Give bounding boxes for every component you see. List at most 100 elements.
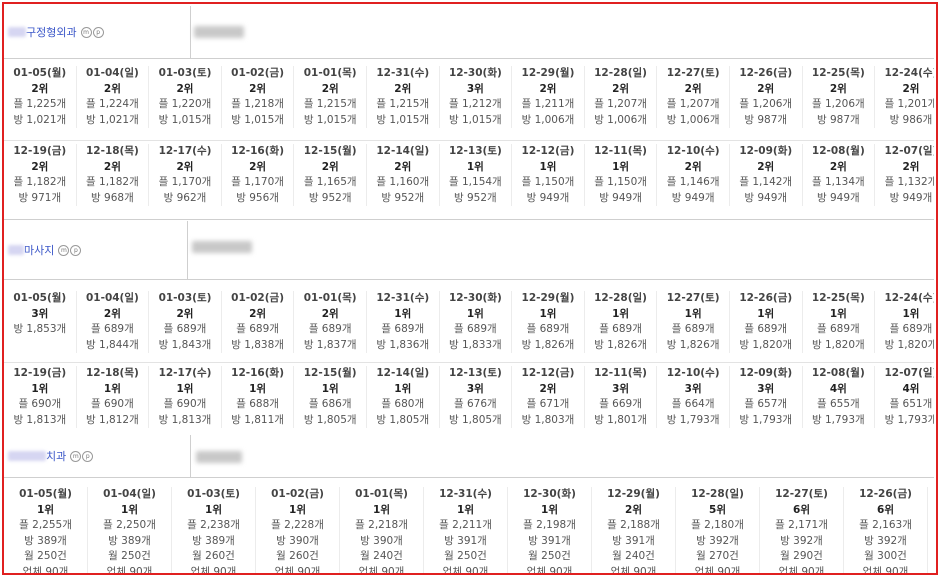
keyword-name[interactable]: 구정형외과 m p — [8, 24, 104, 40]
pc-badge-icon[interactable]: p — [92, 26, 104, 38]
date-label: 12-30(화) — [523, 488, 576, 500]
day-rank-cell: 12-27(토) 2위 플 1,207개 방 1,006개 — [657, 66, 730, 128]
rank-value: 2위 — [684, 82, 702, 95]
day-rank-cell: 12-31(수) 1위 플 2,211개 방 391개 월 250건 업체 90개 — [424, 487, 508, 573]
date-label: 12-07(일) — [884, 367, 935, 379]
keyword-name[interactable]: 치과 m p — [8, 448, 94, 464]
stat-line: 업체 90개 — [526, 565, 573, 574]
date-label: 12-30(화) — [448, 67, 502, 79]
stat-line: 방 949개 — [671, 191, 715, 204]
rank-value: 1위 — [394, 382, 412, 395]
day-rank-cell: 01-03(토) 1위 플 2,238개 방 389개 월 260건 업체 90개 — [172, 487, 256, 573]
day-rank-cell: 12-12(금) 2위 플 671개 방 1,803개 — [512, 366, 585, 428]
stat-line: 방 1,813개 — [13, 413, 67, 426]
rank-value: 2위 — [539, 82, 557, 95]
platform-badges: m p — [57, 244, 82, 256]
rank-value: 1위 — [121, 503, 138, 516]
date-label: 12-13(토) — [448, 367, 502, 379]
stat-line: 방 956개 — [236, 191, 279, 204]
date-label: 12-27(토) — [666, 67, 720, 79]
stat-line: 플 1,201개 — [884, 98, 934, 110]
stat-line: 방 1,826개 — [666, 338, 720, 351]
stat-line: 플 689개 — [236, 323, 279, 335]
stat-line: 월 300건 — [864, 550, 907, 562]
date-label: 01-05(월) — [13, 292, 67, 304]
day-rank-cell: 12-07(일) 4위 플 651개 방 1,793개 — [875, 366, 935, 428]
rank-value: 2위 — [321, 160, 339, 173]
date-label: 12-15(월) — [303, 367, 357, 379]
mobile-badge-icon[interactable]: m — [58, 244, 70, 256]
keyword-section: 치과 m p 01-05(월) 1위 플 2,255개 방 389개 월 250건 업체 … — [4, 435, 934, 573]
stat-line: 방 949개 — [744, 191, 788, 204]
stat-line: 플 2,180개 — [691, 519, 744, 531]
stat-line: 월 260건 — [192, 550, 235, 562]
pc-badge-icon[interactable]: p — [82, 450, 94, 462]
date-label: 12-31(수) — [439, 488, 492, 500]
date-label: 12-17(수) — [158, 145, 212, 157]
day-rank-cell: 12-10(수) 2위 플 1,146개 방 949개 — [657, 144, 730, 206]
date-label: 12-19(금) — [13, 145, 67, 157]
rank-value: 4위 — [829, 382, 847, 395]
rank-row: 01-05(월) 1위 플 2,255개 방 389개 월 250건 업체 90개 01-0… — [4, 487, 928, 573]
stat-line: 플 1,146개 — [666, 176, 720, 188]
stat-line: 방 1,805개 — [376, 413, 430, 426]
date-label: 12-28(일) — [594, 67, 647, 79]
day-rank-cell: 12-26(금) 2위 플 1,206개 방 987개 — [730, 66, 803, 128]
mobile-badge-icon[interactable]: m — [80, 26, 92, 38]
keyword-name[interactable]: 마사지 m p — [8, 242, 82, 258]
rank-value: 1위 — [612, 307, 630, 320]
date-label: 12-18(목) — [85, 145, 139, 157]
stat-line: 플 1,182개 — [13, 176, 67, 188]
rank-value: 2위 — [249, 307, 267, 320]
day-rank-cell: 01-04(일) 1위 플 2,250개 방 389개 월 250건 업체 90개 — [88, 487, 172, 573]
day-rank-cell: 12-29(월) 1위 플 689개 방 1,826개 — [512, 291, 585, 353]
stat-line: 플 1,182개 — [86, 176, 139, 188]
date-label: 12-29(월) — [521, 67, 575, 79]
rank-value: 1위 — [757, 307, 775, 320]
stat-line: 플 1,134개 — [811, 176, 865, 188]
date-label: 12-14(일) — [376, 367, 430, 379]
date-label: 12-16(화) — [231, 367, 284, 379]
rank-value: 2위 — [829, 160, 847, 173]
rank-row: 12-19(금) 2위 플 1,182개 방 971개 12-18(목) 2위 플 1,18… — [4, 144, 934, 206]
stat-line: 플 1,132개 — [884, 176, 934, 188]
date-label: 12-16(화) — [231, 145, 284, 157]
stat-line: 월 270건 — [696, 550, 739, 562]
mobile-badge-icon[interactable]: m — [70, 450, 82, 462]
platform-badges: m p — [69, 450, 94, 462]
rank-value: 1위 — [321, 382, 339, 395]
stat-line: 월 250건 — [24, 550, 67, 562]
date-label: 12-27(토) — [666, 292, 720, 304]
rank-value: 2위 — [176, 160, 194, 173]
blurred-place-name — [192, 241, 252, 253]
stat-line: 플 680개 — [381, 398, 425, 410]
stat-line: 방 1,853개 — [13, 323, 67, 335]
stat-line: 방 1,843개 — [158, 338, 212, 351]
day-rank-cell: 12-09(화) 3위 플 657개 방 1,793개 — [730, 366, 803, 428]
day-rank-cell: 12-18(목) 2위 플 1,182개 방 968개 — [77, 144, 150, 206]
rank-value: 2위 — [829, 82, 847, 95]
day-rank-cell: 12-24(수) 1위 플 689개 방 1,820개 — [875, 291, 935, 353]
date-label: 12-25(목) — [811, 67, 865, 79]
stat-line: 방 391개 — [612, 534, 655, 547]
stat-line: 플 689개 — [308, 323, 352, 335]
day-rank-cell: 12-14(일) 2위 플 1,160개 방 952개 — [367, 144, 440, 206]
rank-value: 1위 — [37, 503, 54, 516]
day-rank-cell: 12-15(월) 1위 플 686개 방 1,805개 — [294, 366, 367, 428]
section-separator — [4, 219, 934, 220]
stat-line: 방 390개 — [276, 534, 319, 547]
date-label: 12-11(목) — [594, 367, 647, 379]
day-rank-cell: 01-05(월) 1위 플 2,255개 방 389개 월 250건 업체 90개 — [4, 487, 88, 573]
stat-line: 방 987개 — [816, 113, 860, 126]
date-label: 12-28(일) — [594, 292, 647, 304]
day-rank-cell: 12-13(토) 3위 플 676개 방 1,805개 — [440, 366, 513, 428]
day-rank-cell: 12-28(일) 1위 플 689개 방 1,826개 — [585, 291, 658, 353]
rank-row: 01-05(월) 3위 방 1,853개 01-04(일) 2위 플 689개 방 1,84… — [4, 291, 934, 353]
keyword-label: 치과 — [46, 450, 67, 463]
rank-value: 3위 — [684, 382, 702, 395]
stat-line: 업체 90개 — [274, 565, 321, 574]
day-rank-cell: 12-27(토) 1위 플 689개 방 1,826개 — [657, 291, 730, 353]
date-label: 12-29(월) — [607, 488, 660, 500]
rank-value: 2위 — [249, 160, 267, 173]
pc-badge-icon[interactable]: p — [70, 244, 82, 256]
